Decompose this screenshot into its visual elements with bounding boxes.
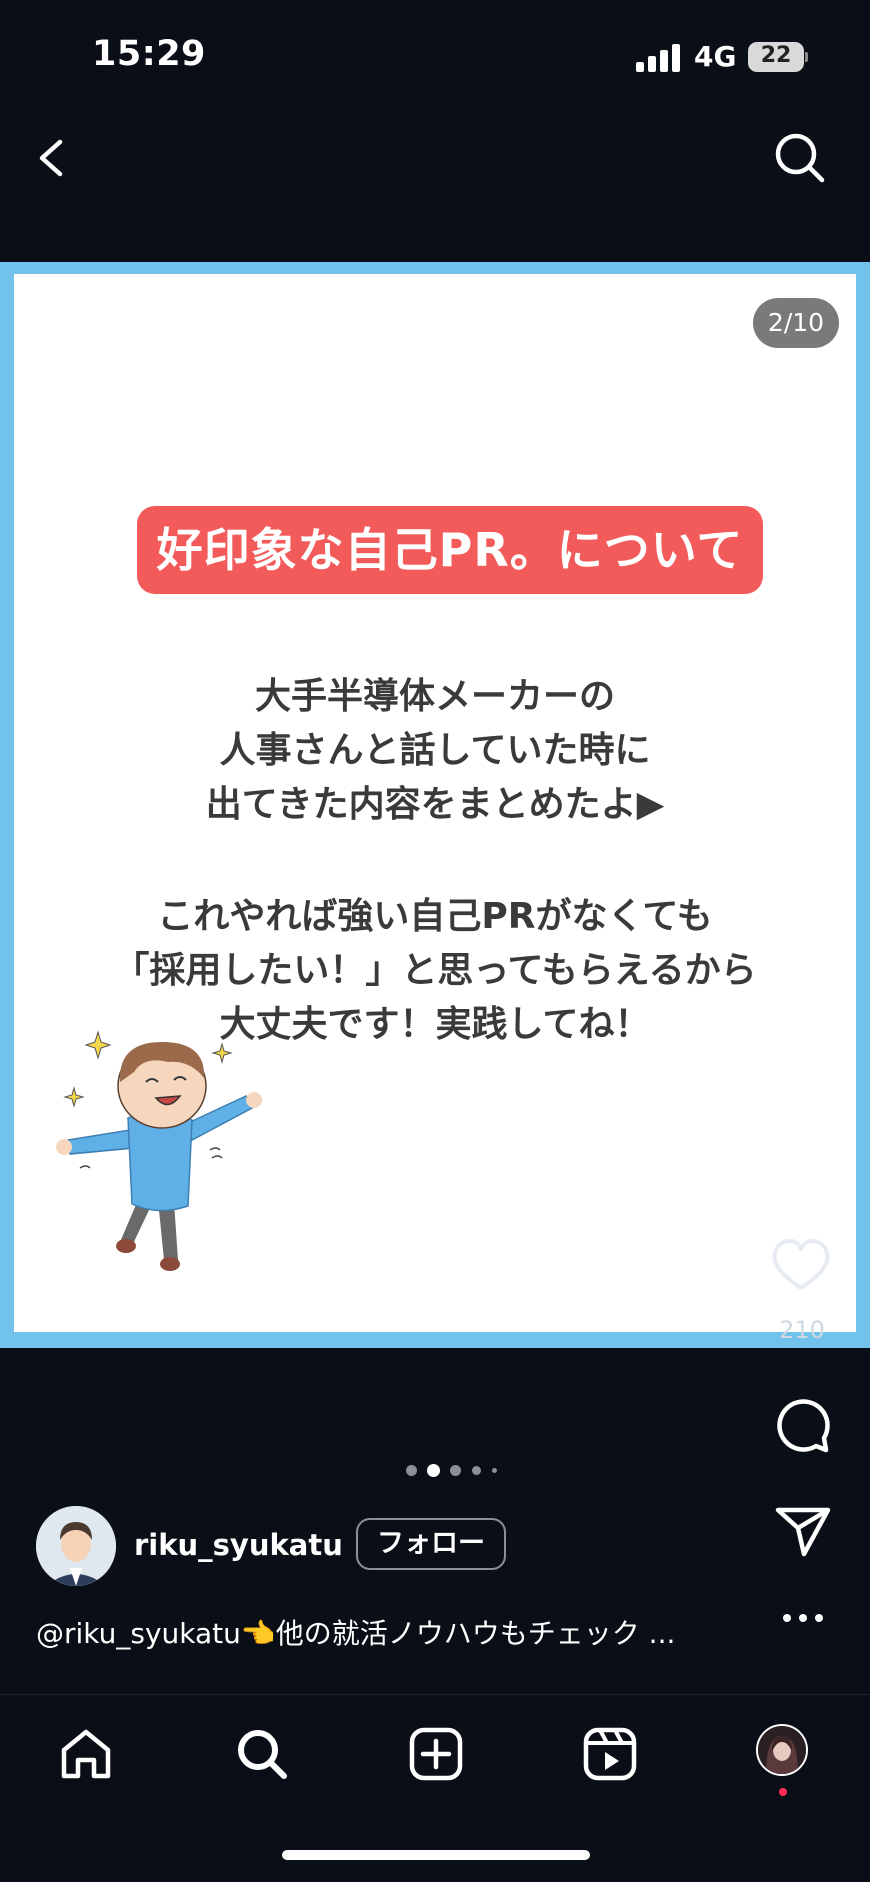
- nav-profile-avatar[interactable]: [756, 1724, 808, 1776]
- notification-dot: [779, 1788, 787, 1796]
- like-button[interactable]: [769, 1236, 833, 1294]
- nav-divider: [0, 1694, 870, 1695]
- home-indicator: [282, 1850, 590, 1860]
- nav-reels[interactable]: [580, 1724, 640, 1784]
- carousel-indicator: [400, 1462, 510, 1478]
- search-icon: [238, 1730, 287, 1779]
- follow-button[interactable]: フォロー: [356, 1518, 506, 1570]
- network-type: 4G: [694, 40, 737, 73]
- carousel-dot: [450, 1465, 461, 1476]
- home-icon: [61, 1729, 111, 1779]
- slide-counter: 2/10: [753, 298, 839, 348]
- nav-search[interactable]: [232, 1724, 292, 1784]
- battery-icon: 22: [748, 42, 808, 72]
- body-line: 大手半導体メーカーの: [254, 676, 615, 717]
- author-avatar[interactable]: [36, 1506, 116, 1586]
- carousel-dot: [472, 1466, 481, 1475]
- reels-icon: [583, 1727, 637, 1781]
- heart-icon: [772, 1238, 830, 1290]
- body-line: 出てきた内容をまとめたよ▶: [205, 784, 665, 825]
- comment-button[interactable]: [774, 1398, 832, 1454]
- more-icon: [783, 1614, 823, 1622]
- search-icon: [775, 133, 825, 183]
- author-username[interactable]: riku_syukatu: [134, 1528, 343, 1562]
- status-time: 15:29: [92, 34, 206, 74]
- more-options-button[interactable]: [780, 1610, 826, 1626]
- carousel-dot-active: [427, 1464, 440, 1477]
- character-illustration: [50, 1020, 270, 1280]
- like-count: 210: [779, 1316, 825, 1344]
- body-line: 「採用したい！」と思ってもらえるから: [113, 950, 757, 991]
- battery-level: 22: [760, 43, 792, 68]
- carousel-dot: [492, 1468, 497, 1473]
- body-paragraph-1: 大手半導体メーカーの 人事さんと話していた時に 出てきた内容をまとめたよ▶: [60, 670, 810, 832]
- body-line: これやれば強い自己PRがなくても: [157, 896, 713, 937]
- back-button[interactable]: [30, 130, 80, 186]
- post-caption[interactable]: @riku_syukatu👈他の就活ノウハウもチェック ...: [36, 1612, 736, 1652]
- body-line: 人事さんと話していた時に: [219, 730, 651, 771]
- search-button[interactable]: [772, 130, 828, 186]
- carousel-dot: [406, 1465, 417, 1476]
- share-button[interactable]: [774, 1504, 832, 1558]
- add-post-icon: [409, 1727, 463, 1781]
- nav-home[interactable]: [56, 1724, 116, 1784]
- nav-create[interactable]: [406, 1724, 466, 1784]
- send-icon: [775, 1507, 831, 1557]
- comment-icon: [777, 1399, 830, 1453]
- signal-strength-icon: [636, 44, 680, 72]
- chevron-left-icon: [39, 139, 63, 177]
- post-title: 好印象な自己PR。について: [137, 506, 763, 594]
